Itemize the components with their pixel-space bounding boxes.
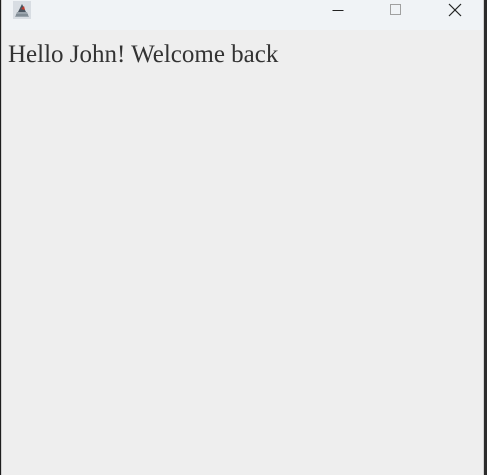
- close-icon: [448, 3, 462, 17]
- minimize-icon: [332, 4, 344, 16]
- title-bar[interactable]: [2, 0, 483, 30]
- welcome-label: Hello John! Welcome back: [8, 41, 279, 68]
- maximize-icon: [390, 4, 402, 16]
- close-button[interactable]: [426, 0, 483, 20]
- java-cup-icon[interactable]: [11, 0, 33, 20]
- maximize-button[interactable]: [367, 0, 425, 20]
- app-window: Hello John! Welcome back: [1, 0, 484, 475]
- content-panel: Hello John! Welcome back: [2, 30, 483, 475]
- minimize-button[interactable]: [309, 0, 367, 20]
